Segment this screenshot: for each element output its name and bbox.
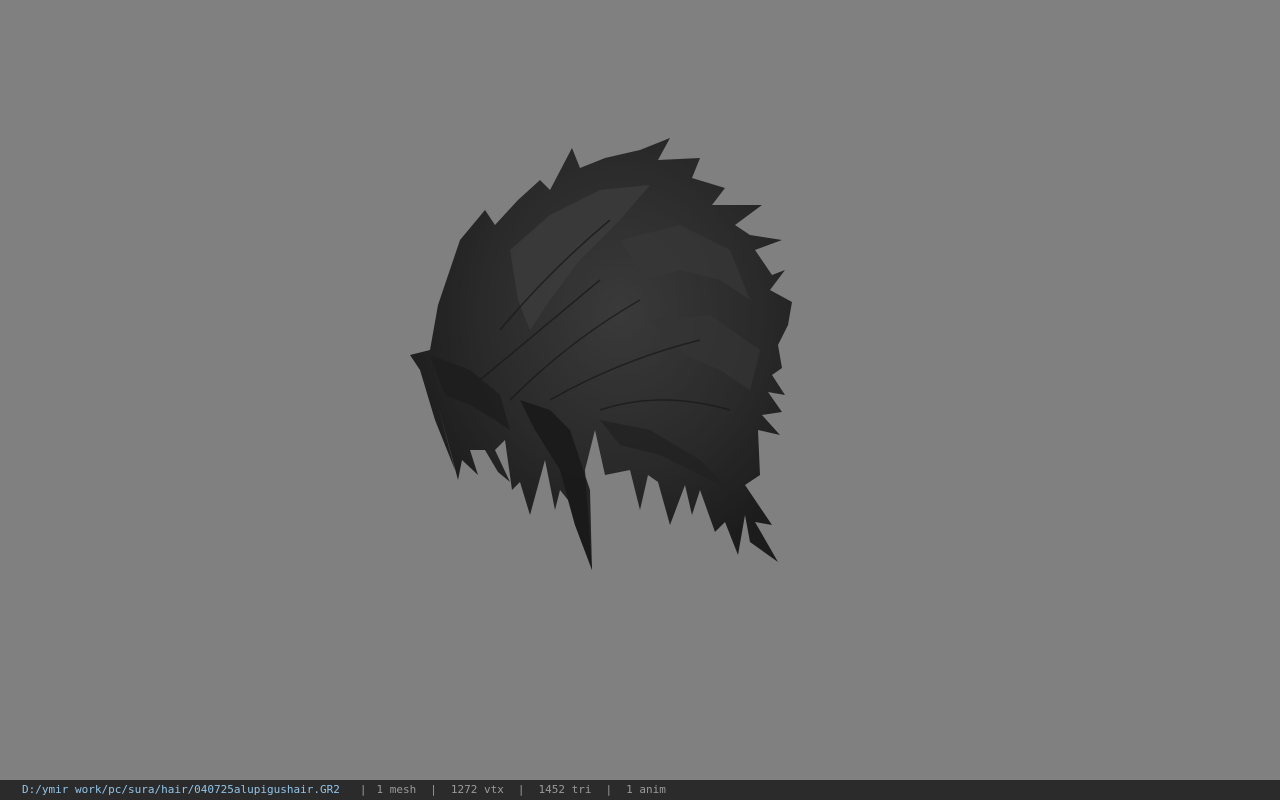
file-path-text: D:/ymir work/pc/sura/hair/040725alupigus… xyxy=(22,783,340,796)
hair-mesh-render[interactable] xyxy=(400,130,810,580)
status-bar: D:/ymir work/pc/sura/hair/040725alupigus… xyxy=(0,780,1280,800)
vertex-count-text: 1272 vtx xyxy=(450,783,504,796)
triangle-count-text: 1452 tri xyxy=(538,783,592,796)
animation-count-text: 1 anim xyxy=(626,783,666,796)
status-separator: | xyxy=(359,783,367,796)
status-separator: | xyxy=(430,783,437,796)
status-separator: | xyxy=(605,783,613,796)
3d-viewport[interactable] xyxy=(0,0,1280,780)
mesh-count-text: 1 mesh xyxy=(376,783,417,796)
status-separator: | xyxy=(517,783,525,796)
